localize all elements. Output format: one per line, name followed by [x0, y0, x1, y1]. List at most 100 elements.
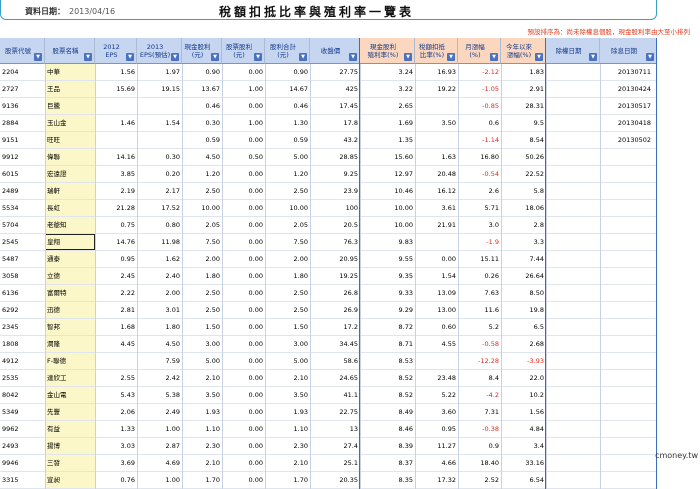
table-cell[interactable]: 9962 — [0, 421, 45, 437]
table-cell[interactable]: 0.00 — [222, 200, 265, 216]
table-cell[interactable]: 6.54 — [501, 472, 546, 488]
table-cell[interactable]: 1.00 — [137, 421, 182, 437]
table-cell[interactable]: 26.9 — [310, 302, 360, 318]
table-cell[interactable] — [600, 183, 657, 199]
table-cell[interactable] — [137, 98, 182, 114]
table-cell[interactable] — [546, 472, 600, 488]
table-cell[interactable]: 3.00 — [182, 336, 222, 352]
table-cell[interactable]: 1.54 — [415, 268, 458, 284]
table-cell[interactable]: 9136 — [0, 98, 45, 114]
table-cell[interactable]: 17.52 — [137, 200, 182, 216]
table-cell[interactable]: 1.00 — [222, 81, 265, 97]
table-cell[interactable]: 100 — [310, 200, 360, 216]
table-cell[interactable]: 3.50 — [415, 115, 458, 131]
table-cell[interactable]: 18.06 — [501, 200, 546, 216]
column-header-3[interactable]: 2013 EPS(預估) ▼ — [137, 38, 182, 64]
table-cell[interactable]: 2.00 — [265, 251, 310, 267]
table-cell[interactable]: 12.97 — [360, 166, 415, 182]
table-cell[interactable]: 2545 — [0, 234, 45, 250]
table-cell[interactable]: 0.59 — [182, 132, 222, 148]
table-cell[interactable]: 2.65 — [360, 98, 415, 114]
table-cell[interactable]: 2.05 — [265, 217, 310, 233]
table-cell[interactable]: 7.31 — [458, 404, 501, 420]
table-cell[interactable]: 20130502 — [600, 132, 657, 148]
table-cell[interactable]: 9.83 — [360, 234, 415, 250]
column-header-11[interactable]: 今年以來 漲幅(%) ▼ — [501, 38, 546, 64]
table-cell[interactable]: 1.93 — [265, 404, 310, 420]
table-cell[interactable]: 0.30 — [182, 115, 222, 131]
table-cell[interactable]: 15.69 — [95, 81, 137, 97]
table-cell[interactable]: 2.87 — [137, 438, 182, 454]
table-cell[interactable]: 16.80 — [458, 149, 501, 165]
filter-dropdown-icon[interactable]: ▼ — [34, 53, 42, 61]
table-cell[interactable]: 33.16 — [501, 455, 546, 471]
table-cell[interactable]: 0.20 — [137, 166, 182, 182]
column-header-0[interactable]: 股票代號 ▼ — [0, 38, 45, 64]
table-cell[interactable]: 8.35 — [360, 472, 415, 488]
table-cell[interactable]: 0.00 — [222, 387, 265, 403]
table-cell[interactable]: 13.67 — [182, 81, 222, 97]
table-cell[interactable]: 19.15 — [137, 81, 182, 97]
table-cell[interactable]: 0.46 — [182, 98, 222, 114]
column-header-7[interactable]: 收盤價 ▼ — [310, 38, 360, 64]
table-cell[interactable]: 3.01 — [137, 302, 182, 318]
table-cell[interactable] — [546, 166, 600, 182]
table-cell[interactable] — [600, 353, 657, 369]
column-header-9[interactable]: 稅額扣抵 比率(%) ▼ — [415, 38, 458, 64]
table-cell[interactable] — [546, 251, 600, 267]
table-cell[interactable]: 偉聯 — [45, 149, 95, 165]
table-cell[interactable] — [546, 64, 600, 80]
table-cell[interactable]: 14.76 — [95, 234, 137, 250]
column-header-1[interactable]: 股票名稱 ▼ — [45, 38, 95, 64]
table-cell[interactable]: 三發 — [45, 455, 95, 471]
table-cell[interactable]: 1.50 — [265, 319, 310, 335]
table-cell[interactable]: 5.00 — [265, 149, 310, 165]
table-cell[interactable] — [600, 234, 657, 250]
table-cell[interactable] — [600, 302, 657, 318]
table-cell[interactable]: 13.09 — [415, 285, 458, 301]
table-cell[interactable]: 富爾特 — [45, 285, 95, 301]
table-cell[interactable]: 2.8 — [501, 217, 546, 233]
table-cell[interactable]: 2489 — [0, 183, 45, 199]
table-cell[interactable]: 4.84 — [501, 421, 546, 437]
table-cell[interactable]: 2.91 — [501, 81, 546, 97]
table-cell[interactable]: 3.03 — [95, 438, 137, 454]
table-cell[interactable]: 1.50 — [182, 319, 222, 335]
table-cell[interactable]: 11.6 — [458, 302, 501, 318]
table-cell[interactable]: 0.00 — [222, 268, 265, 284]
table-cell[interactable]: 2.50 — [182, 302, 222, 318]
table-cell[interactable]: 0.9 — [458, 438, 501, 454]
table-cell[interactable]: 先豐 — [45, 404, 95, 420]
table-cell[interactable] — [600, 285, 657, 301]
table-cell[interactable]: 2493 — [0, 438, 45, 454]
table-cell[interactable]: 2.50 — [265, 285, 310, 301]
table-cell[interactable]: 8.37 — [360, 455, 415, 471]
table-cell[interactable] — [546, 217, 600, 233]
table-cell[interactable]: 10.00 — [265, 200, 310, 216]
table-cell[interactable] — [546, 132, 600, 148]
filter-dropdown-icon[interactable]: ▼ — [447, 53, 455, 61]
table-cell[interactable]: 1.93 — [182, 404, 222, 420]
table-cell[interactable]: 老爺知 — [45, 217, 95, 233]
table-cell[interactable]: 17.32 — [415, 472, 458, 488]
table-cell[interactable]: 0.00 — [222, 336, 265, 352]
table-cell[interactable]: 8.49 — [360, 404, 415, 420]
table-cell[interactable]: 達欣工 — [45, 370, 95, 386]
table-cell[interactable] — [600, 251, 657, 267]
table-cell[interactable]: 5534 — [0, 200, 45, 216]
table-cell[interactable] — [546, 183, 600, 199]
table-cell[interactable]: 0.30 — [137, 149, 182, 165]
table-cell[interactable]: 3.4 — [501, 438, 546, 454]
table-cell[interactable]: 3.61 — [415, 200, 458, 216]
table-cell[interactable]: 1.56 — [95, 64, 137, 80]
table-cell[interactable] — [546, 81, 600, 97]
table-cell[interactable]: 2.06 — [95, 404, 137, 420]
table-cell[interactable] — [600, 268, 657, 284]
table-cell[interactable] — [546, 149, 600, 165]
table-cell[interactable]: 揚博 — [45, 438, 95, 454]
column-header-5[interactable]: 股票股利 (元) ▼ — [222, 38, 265, 64]
table-cell[interactable] — [415, 353, 458, 369]
table-cell[interactable]: 2.50 — [265, 183, 310, 199]
table-cell[interactable]: 2535 — [0, 370, 45, 386]
table-cell[interactable] — [546, 302, 600, 318]
